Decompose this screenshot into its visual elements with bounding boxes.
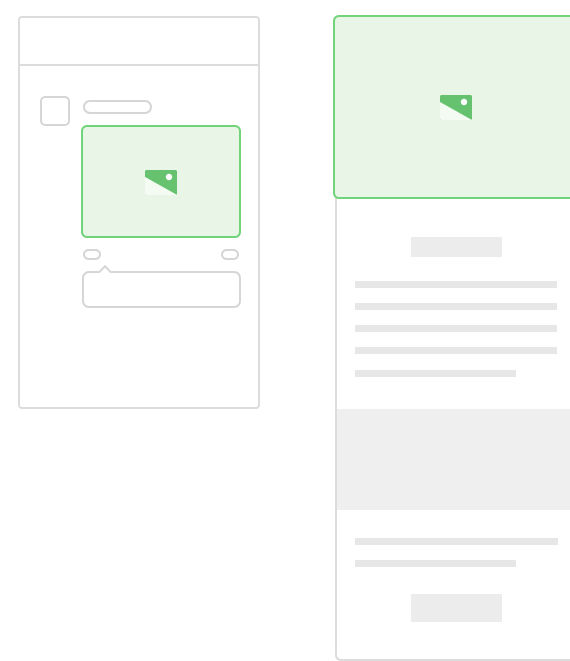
content-block-placeholder — [337, 409, 570, 510]
button-placeholder — [411, 594, 502, 622]
text-line-placeholder — [355, 347, 557, 354]
image-icon — [145, 170, 177, 195]
social-post-wireframe — [18, 16, 260, 409]
hero-image-placeholder — [333, 15, 570, 199]
text-line-placeholder — [355, 325, 557, 332]
share-action-placeholder — [221, 249, 239, 260]
text-line-placeholder — [355, 370, 516, 377]
text-line-placeholder — [355, 560, 516, 567]
app-header-bar — [20, 18, 258, 66]
image-icon — [440, 95, 472, 120]
avatar-placeholder — [40, 96, 70, 126]
like-action-placeholder — [83, 249, 101, 260]
text-line-placeholder — [355, 538, 558, 545]
text-line-placeholder — [355, 281, 557, 288]
username-placeholder — [83, 100, 152, 114]
post-image-placeholder — [81, 125, 241, 238]
text-line-placeholder — [355, 303, 557, 310]
headline-placeholder — [411, 237, 502, 257]
